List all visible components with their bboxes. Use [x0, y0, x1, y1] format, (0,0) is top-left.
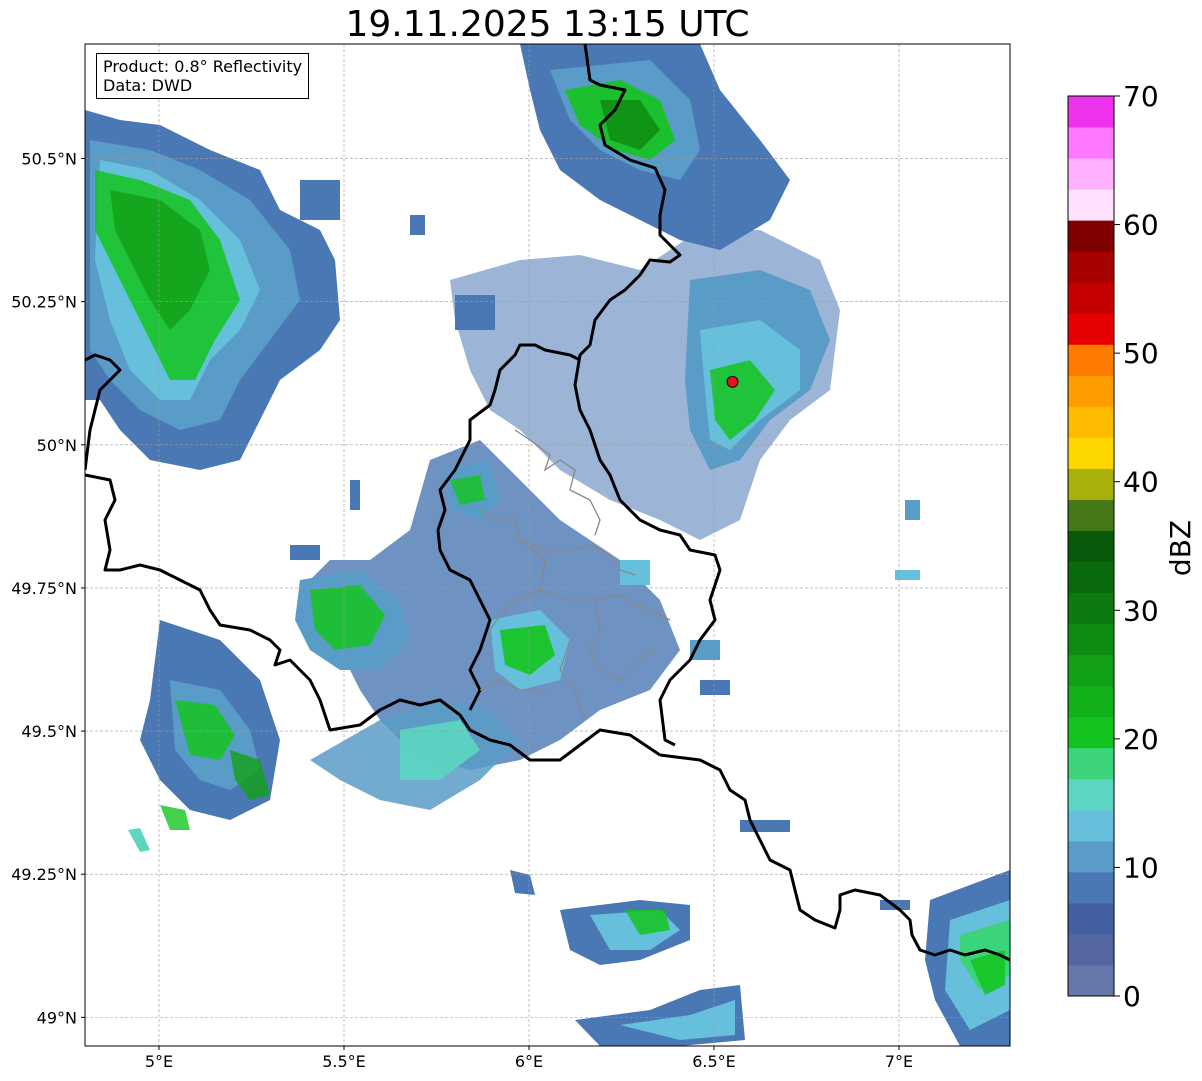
colorbar-segment — [1068, 158, 1114, 190]
colorbar-segment — [1068, 375, 1114, 407]
colorbar-segment — [1068, 468, 1114, 500]
colorbar-segment — [1068, 127, 1114, 159]
latitude-axis: 49°N 49.25°N 49.5°N 49.75°N 50°N 50.25°N 50.5°… — [11, 150, 85, 1027]
colorbar-segment — [1068, 189, 1114, 221]
colorbar-segment — [1068, 716, 1114, 749]
colorbar-ticks: 0 10 20 30 40 50 60 70 — [1114, 80, 1159, 1013]
product-label: Product: 0.8° Reflectivity — [103, 57, 303, 76]
longitude-axis: 5°E 5.5°E 6°E 6.5°E 7°E — [145, 1046, 913, 1071]
colorbar-unit-label: dBZ — [1164, 520, 1197, 576]
colorbar-segment — [1068, 747, 1114, 780]
colorbar-segment — [1068, 437, 1114, 469]
colorbar-segment — [1068, 685, 1114, 718]
colorbar-segment — [1068, 282, 1114, 314]
colorbar-segment — [1068, 871, 1114, 904]
colorbar-segment — [1068, 406, 1114, 438]
lat-tick-label: 49.5°N — [21, 722, 77, 741]
colorbar-tick-label: 60 — [1123, 209, 1159, 242]
colorbar-segment — [1068, 933, 1114, 966]
colorbar-segment — [1068, 344, 1114, 376]
lat-tick-label: 49°N — [37, 1008, 77, 1027]
colorbar-tick-label: 0 — [1123, 980, 1141, 1013]
colorbar-tick-label: 10 — [1123, 851, 1159, 884]
colorbar-tick-label: 50 — [1123, 337, 1159, 370]
colorbar-segment — [1068, 964, 1114, 997]
colorbar-segment — [1068, 592, 1114, 625]
colorbar-segment — [1068, 654, 1114, 687]
lat-tick-label: 50.5°N — [21, 150, 77, 169]
info-box: Product: 0.8° Reflectivity Data: DWD — [96, 53, 310, 99]
colorbar-tick-label: 70 — [1123, 80, 1159, 113]
radar-map: 5°E 5.5°E 6°E 6.5°E 7°E 49°N 49.25°N 49.5°N 49.… — [11, 43, 1197, 1071]
lon-tick-label: 6°E — [515, 1052, 543, 1071]
lon-tick-label: 6.5°E — [692, 1052, 736, 1071]
colorbar-segment — [1068, 902, 1114, 935]
colorbar-segment — [1068, 809, 1114, 842]
colorbar — [1068, 96, 1114, 997]
data-source-label: Data: DWD — [103, 76, 193, 95]
lat-tick-label: 49.75°N — [11, 579, 77, 598]
lat-tick-label: 50°N — [37, 436, 77, 455]
colorbar-segment — [1068, 778, 1114, 811]
colorbar-segment — [1068, 220, 1114, 252]
colorbar-segment — [1068, 623, 1114, 656]
colorbar-segment — [1068, 530, 1114, 563]
lon-tick-label: 7°E — [885, 1052, 913, 1071]
colorbar-segment — [1068, 561, 1114, 594]
colorbar-segment — [1068, 251, 1114, 283]
lon-tick-label: 5.5°E — [322, 1052, 366, 1071]
lat-tick-label: 50.25°N — [11, 293, 77, 312]
colorbar-tick-label: 30 — [1123, 594, 1159, 627]
colorbar-segment — [1068, 96, 1114, 128]
colorbar-segment — [1068, 499, 1114, 531]
lon-tick-label: 5°E — [145, 1052, 173, 1071]
colorbar-tick-label: 40 — [1123, 466, 1159, 499]
colorbar-segment — [1068, 840, 1114, 873]
colorbar-segment — [1068, 313, 1114, 345]
radar-site-marker — [726, 375, 739, 388]
lat-tick-label: 49.25°N — [11, 865, 77, 884]
colorbar-tick-label: 20 — [1123, 723, 1159, 756]
